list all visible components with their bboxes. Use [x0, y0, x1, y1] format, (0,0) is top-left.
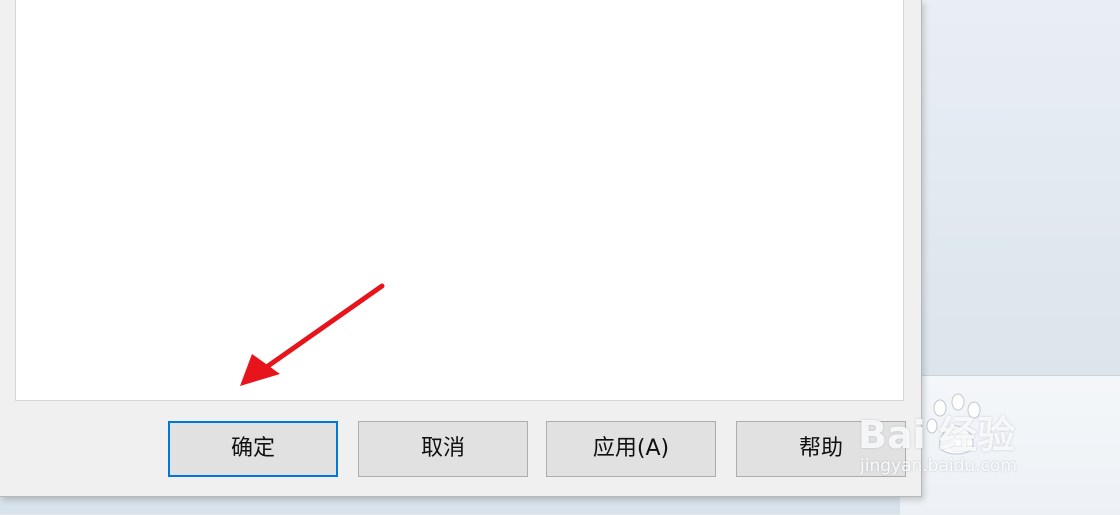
- apply-button[interactable]: 应用(A): [546, 421, 716, 477]
- ok-button[interactable]: 确定: [168, 421, 338, 477]
- properties-dialog: 确定 取消 应用(A) 帮助: [0, 0, 922, 497]
- dialog-content-panel: [15, 0, 904, 401]
- baidu-jingyan-watermark: Bai 经验 jingyan.baidu.com: [858, 390, 1068, 490]
- red-arrow-icon: [240, 283, 385, 386]
- watermark-logo-text: Bai 经验: [858, 413, 1015, 457]
- watermark-url: jingyan.baidu.com: [860, 456, 1017, 476]
- cancel-button[interactable]: 取消: [358, 421, 528, 477]
